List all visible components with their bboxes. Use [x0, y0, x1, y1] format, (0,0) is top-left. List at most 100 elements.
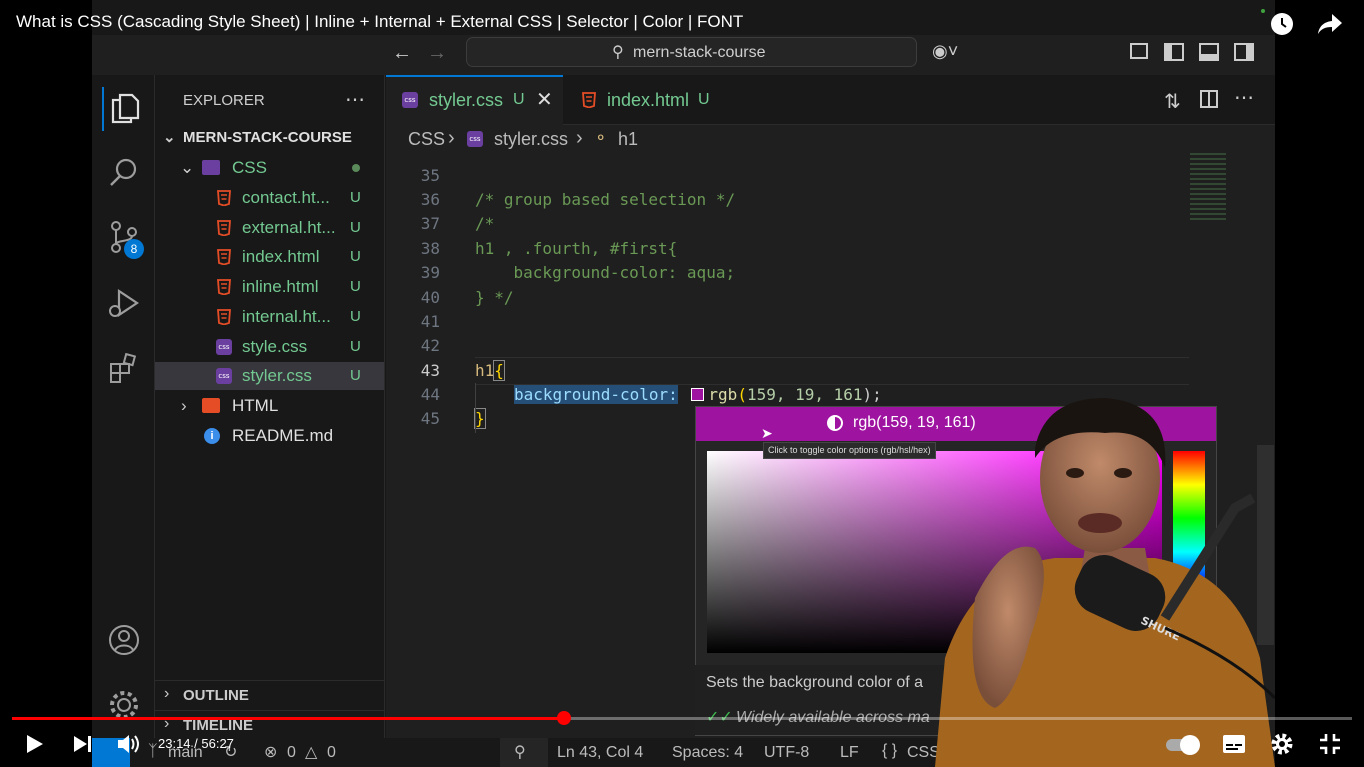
error-count[interactable]: 0	[287, 744, 296, 762]
watch-later-clock-icon[interactable]	[1268, 10, 1296, 38]
file-status: U	[350, 308, 361, 325]
toggle-panel-icon[interactable]	[1199, 43, 1219, 61]
file-status: U	[350, 248, 361, 265]
file-item[interactable]: inline.html U	[155, 273, 384, 301]
source-control-icon[interactable]: 8	[102, 215, 146, 259]
workspace-root[interactable]: ⌄ MERN-STACK-COURSE	[155, 124, 384, 152]
explorer-title: EXPLORER	[183, 92, 265, 109]
css-file-icon: css	[467, 131, 483, 147]
next-icon[interactable]	[70, 731, 96, 757]
line-number-active: 43	[420, 361, 440, 380]
run-debug-icon[interactable]	[102, 281, 146, 325]
explorer-sidebar: EXPLORER ⋯ ⌄ MERN-STACK-COURSE ⌄ CSS con…	[155, 75, 385, 767]
extensions-icon[interactable]	[102, 346, 146, 390]
autoplay-toggle[interactable]	[1166, 733, 1202, 755]
file-item[interactable]: css style.css U	[155, 333, 384, 361]
file-item-selected[interactable]: css styler.css U	[155, 362, 384, 390]
explorer-icon[interactable]	[102, 87, 148, 131]
current-line-highlight	[475, 357, 1189, 385]
error-icon: ⊗	[264, 744, 278, 761]
progress-bar[interactable]	[12, 717, 1352, 720]
file-status: U	[350, 219, 361, 236]
end-of-line[interactable]: LF	[840, 744, 859, 762]
color-swatch[interactable]	[691, 388, 705, 401]
file-item[interactable]: index.html U	[155, 243, 384, 271]
play-icon[interactable]	[22, 731, 48, 757]
tab-styler-css[interactable]: css styler.css U ✕	[386, 75, 563, 125]
search-icon: ⚲	[612, 44, 624, 61]
outline-section[interactable]: › OUTLINE	[155, 680, 384, 709]
search-icon[interactable]	[102, 150, 146, 194]
css-property: background-color:	[514, 385, 678, 404]
presenter-webcam: SHURE	[935, 398, 1275, 767]
share-icon[interactable]	[1316, 10, 1344, 38]
css-file-icon: css	[402, 92, 418, 108]
folder-css-label: CSS	[232, 158, 267, 177]
back-arrow-icon[interactable]: ←	[392, 42, 412, 65]
contrast-icon	[827, 415, 843, 431]
accounts-icon[interactable]	[102, 618, 146, 662]
breadcrumb-folder[interactable]: CSS	[408, 129, 445, 150]
file-item-readme[interactable]: i README.md	[155, 422, 384, 450]
more-actions-icon[interactable]: ⋯	[345, 87, 366, 112]
open-changes-icon[interactable]: ⇅	[1164, 89, 1181, 114]
code-line-43: h1{	[475, 360, 505, 381]
file-item[interactable]: internal.ht... U	[155, 303, 384, 331]
css-selector: h1	[475, 361, 495, 380]
code-line: h1 , .fourth, #first{	[475, 239, 678, 258]
toggle-secondary-sidebar-icon[interactable]	[1234, 43, 1254, 61]
file-status: U	[350, 338, 361, 355]
breadcrumb-symbol[interactable]: h1	[618, 129, 638, 150]
settings-gear-icon[interactable]	[1268, 731, 1296, 757]
copilot-icon[interactable]: ◉˅	[932, 41, 958, 62]
html-file-icon	[217, 309, 231, 325]
css-file-icon: css	[216, 339, 232, 355]
chevron-right-icon: ›	[164, 685, 170, 702]
time-display: 23:14 / 56:27	[158, 736, 234, 751]
command-center-search[interactable]: ⚲ mern-stack-course	[466, 37, 917, 67]
more-actions-icon[interactable]: ⋯	[1234, 85, 1254, 110]
folder-css[interactable]: ⌄ CSS	[155, 154, 384, 182]
cursor-position[interactable]: Ln 43, Col 4	[557, 744, 643, 762]
code-line: /* group based selection */	[475, 190, 736, 209]
indentation[interactable]: Spaces: 4	[672, 744, 743, 762]
warning-count[interactable]: 0	[327, 744, 336, 762]
minimap[interactable]	[1190, 153, 1226, 223]
breadcrumb-file[interactable]: styler.css	[494, 129, 568, 150]
forward-arrow-icon[interactable]: →	[427, 42, 447, 65]
code-line-44: background-color: rgb(159, 19, 161);	[514, 385, 882, 404]
manage-gear-icon[interactable]	[102, 683, 146, 727]
file-item[interactable]: external.ht... U	[155, 214, 384, 242]
timeline-section[interactable]: › TIMELINE	[155, 710, 384, 739]
split-editor-icon[interactable]	[1200, 90, 1218, 108]
tab-index-html[interactable]: index.html U	[564, 75, 724, 125]
subtitles-icon[interactable]	[1220, 731, 1248, 757]
tooltip: Click to toggle color options (rgb/hsl/h…	[763, 442, 936, 459]
line-number: 40	[420, 288, 440, 307]
live-dot	[1261, 9, 1265, 13]
customize-layout-icon[interactable]	[1130, 43, 1148, 59]
volume-icon[interactable]	[115, 731, 143, 757]
css-file-icon: css	[216, 368, 232, 384]
zoom-icon[interactable]: ⚲	[514, 742, 526, 762]
chevron-down-icon: ⌄	[180, 158, 195, 177]
folder-html[interactable]: › HTML	[155, 392, 384, 420]
editor-tabs: css styler.css U ✕ index.html U ⇅ ⋯	[386, 75, 1275, 125]
html-folder-icon	[202, 398, 220, 413]
code-line: background-color: aqua;	[475, 263, 736, 282]
progress-scrubber[interactable]	[557, 711, 572, 725]
file-status: U	[350, 189, 361, 206]
encoding[interactable]: UTF-8	[764, 744, 809, 762]
toggle-primary-sidebar-icon[interactable]	[1164, 43, 1184, 61]
exit-fullscreen-icon[interactable]	[1316, 731, 1344, 757]
code-line: /*	[475, 214, 495, 233]
mouse-cursor-icon: ➤	[761, 425, 773, 441]
hover-documentation: Sets the background color of a ✓✓ Widely…	[695, 665, 955, 735]
activity-bar: 8	[92, 75, 155, 767]
file-item[interactable]: contact.ht... U	[155, 184, 384, 212]
tab-status: U	[698, 91, 710, 108]
brace-open: {	[493, 360, 505, 381]
brace-close: }	[474, 408, 486, 429]
close-icon[interactable]: ✕	[536, 77, 553, 123]
video-title[interactable]: What is CSS (Cascading Style Sheet) | In…	[16, 12, 743, 32]
